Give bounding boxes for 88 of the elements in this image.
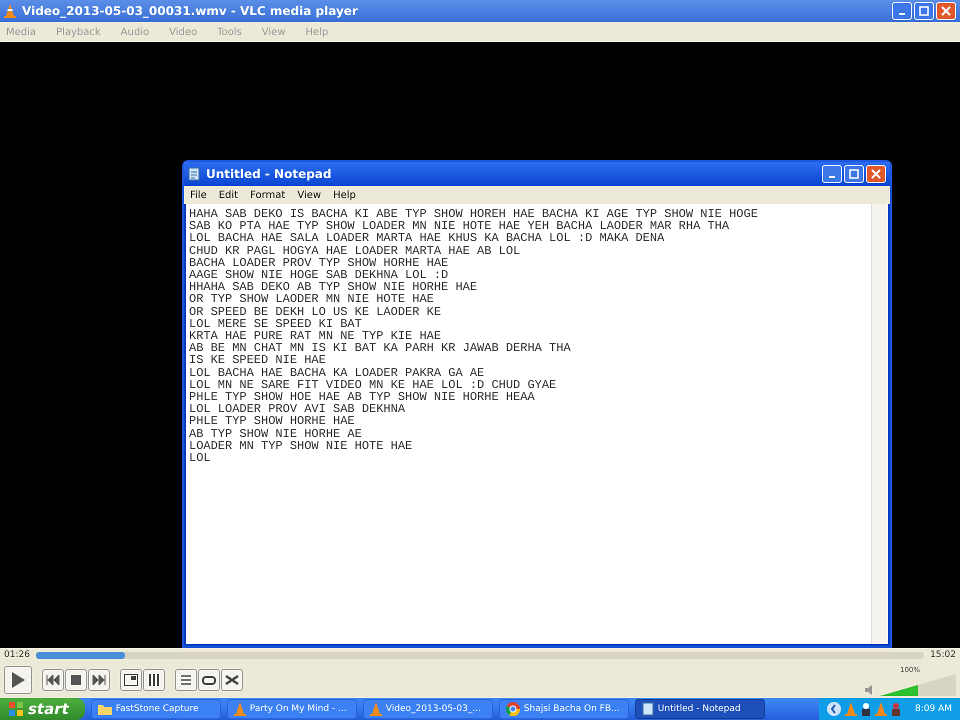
menu-item[interactable]: Help — [333, 190, 356, 200]
close-icon — [941, 6, 951, 16]
figure-icon — [861, 702, 871, 716]
play-icon — [10, 671, 26, 689]
list-icon — [180, 674, 192, 686]
notepad-icon — [188, 167, 200, 181]
taskbar-button[interactable]: FastStone Capture — [90, 699, 221, 719]
text-line: IS KE SPEED NIE HAE — [189, 354, 327, 367]
text-line: HHAHA SAB DEKO AB TYP SHOW NIE HORHE HAE — [189, 281, 478, 294]
taskbar-button[interactable]: Video_2013-05-03_... — [362, 699, 493, 719]
figure-icon — [891, 702, 901, 716]
text-line: LOL MN NE SARE FIT VIDEO MN KE HAE LOL :D CHUD GYAE — [189, 378, 558, 392]
minimize-button[interactable] — [892, 2, 912, 20]
text-line: LOL LOADER PROV AVI SAB DEKHNA — [189, 403, 406, 416]
clock: 8:09 AM — [915, 704, 952, 714]
close-button[interactable] — [936, 2, 956, 20]
next-button[interactable] — [88, 669, 110, 691]
window-title: Video_2013-05-03_00031.wmv - VLC media player — [22, 4, 358, 18]
menu-item[interactable]: View — [297, 190, 322, 200]
maximize-icon — [849, 169, 859, 179]
menu-item[interactable]: Help — [306, 26, 328, 38]
shuffle-button[interactable] — [221, 669, 243, 691]
text-line: PHLE TYP SHOW HORHE HAE — [189, 415, 356, 428]
menu-item[interactable]: View — [262, 26, 286, 38]
traffic-cone-icon — [234, 702, 246, 716]
seek-bar[interactable] — [36, 652, 924, 658]
text-line: KRTA HAE PURE RAT MN NE TYP KIE HAE — [189, 330, 442, 342]
close-button[interactable] — [866, 165, 886, 183]
elapsed-time: 01:26 — [4, 650, 30, 660]
fullscreen-icon — [124, 674, 138, 686]
traffic-cone-icon — [370, 702, 382, 716]
shuffle-icon — [225, 674, 239, 686]
text-line: LOL MERE SE SPEED KI BAT — [189, 318, 363, 330]
loop-icon — [202, 674, 216, 686]
equalizer-button[interactable] — [143, 669, 165, 691]
scrollbar[interactable] — [871, 204, 888, 644]
total-time: 15:02 — [930, 650, 956, 660]
text-line: AB TYP SHOW NIE HORHE AE — [189, 428, 363, 440]
text-line: LOL BACHA HAE BACHA KA LOADER PAKRA GA AE — [189, 366, 486, 379]
taskbar-button[interactable]: Untitled - Notepad — [634, 699, 765, 719]
taskbar-button[interactable]: Shajsi Bacha On FB... — [498, 699, 629, 719]
previous-icon — [46, 675, 60, 685]
menu-item[interactable]: Media — [6, 26, 36, 38]
taskbar-button[interactable]: Party On My Mind - ... — [226, 699, 357, 719]
text-line: OR TYP SHOW LAODER MN NIE HOTE HAE — [189, 293, 435, 306]
volume-slider[interactable] — [880, 674, 956, 696]
notepad-icon — [642, 702, 654, 716]
traffic-cone-icon — [4, 4, 16, 18]
text-line: PHLE TYP SHOW HOE HAE AB TYP SHOW NIE HORHE HEAA — [189, 391, 536, 404]
text-line: CHUD KR PAGL HOGYA HAE LOADER MARTA HAE AB LOL — [189, 244, 522, 257]
chevron-icon — [827, 702, 841, 716]
text-line: HAHA SAB DEKO IS BACHA KI ABE TYP SHOW HOREH HAE BACHA KI AGE TYP SHOW NIE HOGE — [189, 208, 759, 220]
minimize-button[interactable] — [822, 165, 842, 183]
text-line: LOL BACHA HAE SALA LOADER MARTA HAE KHUS KA BACHA LOL :D MAKA DENA — [189, 232, 666, 245]
menu-item[interactable]: Edit — [218, 190, 238, 200]
window-title: Untitled - Notepad — [206, 167, 332, 181]
loop-button[interactable] — [198, 669, 220, 691]
sliders-icon — [148, 674, 160, 686]
maximize-button[interactable] — [914, 2, 934, 20]
text-line: OR SPEED BE DEKH LO US KE LAODER KE — [189, 306, 442, 318]
menu-item[interactable]: File — [190, 190, 207, 200]
play-button[interactable] — [4, 666, 32, 694]
stop-icon — [71, 675, 81, 685]
traffic-cone-icon — [875, 702, 887, 716]
text-line: BACHA LOADER PROV TYP SHOW HORHE HAE — [189, 256, 450, 270]
menu-item[interactable]: Video — [169, 26, 198, 38]
text-line: LOADER MN TYP SHOW NIE HOTE HAE — [189, 440, 414, 452]
text-line: AAGE SHOW NIE HOGE SAB DEKHNA LOL :D — [189, 269, 450, 282]
close-icon — [871, 169, 881, 179]
maximize-button[interactable] — [844, 165, 864, 183]
stop-button[interactable] — [65, 669, 87, 691]
menu-item[interactable]: Tools — [217, 26, 242, 38]
start-button[interactable]: start — [0, 698, 85, 720]
previous-button[interactable] — [42, 669, 64, 691]
playlist-button[interactable] — [175, 669, 197, 691]
fullscreen-button[interactable] — [120, 669, 142, 691]
next-icon — [92, 675, 106, 685]
menu-item[interactable]: Playback — [56, 26, 101, 38]
menu-item[interactable]: Audio — [120, 26, 150, 38]
windows-flag-icon — [8, 701, 24, 717]
folder-icon — [98, 703, 112, 715]
text-line: AB BE MN CHAT MN IS KI BAT KA PARH KR JAWAB DERHA THA — [189, 342, 572, 354]
menu-item[interactable]: Format — [250, 190, 286, 200]
text-line: SAB KO PTA HAE TYP SHOW LOADER MN NIE HOTE HAE YEH BACHA LAODER MAR RHA THA — [189, 220, 730, 232]
traffic-cone-icon — [845, 702, 857, 716]
text-line: LOL — [189, 452, 212, 464]
browser-icon — [506, 702, 520, 716]
maximize-icon — [919, 6, 929, 16]
